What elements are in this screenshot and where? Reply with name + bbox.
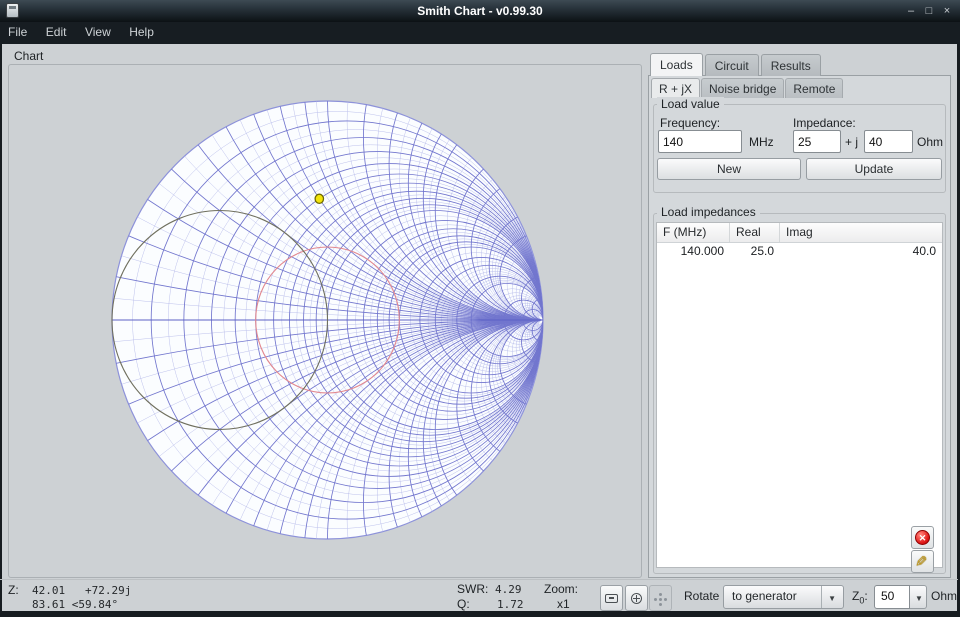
cell-imag: 40.0 — [780, 243, 942, 261]
delete-load-button[interactable]: ✕ — [911, 526, 934, 549]
column-header-imag[interactable]: Imag — [780, 223, 942, 242]
menu-help[interactable]: Help — [123, 22, 160, 42]
menu-edit[interactable]: Edit — [40, 22, 73, 42]
loads-sub-tabbar: R + jXNoise bridgeRemote — [651, 78, 844, 98]
new-button[interactable]: New — [657, 158, 801, 180]
zoom-fit-icon — [631, 593, 642, 604]
z0-combo-arrow-icon: ▼ — [915, 594, 923, 603]
cell-frequency: 140.000 — [657, 243, 730, 261]
delete-icon: ✕ — [915, 530, 930, 545]
grid-dots-icon — [654, 593, 667, 606]
z0-unit-label: Ohm — [931, 589, 957, 603]
impedance-label: Impedance: — [793, 116, 856, 130]
tab-remote[interactable]: Remote — [785, 78, 843, 98]
smith-chart-canvas[interactable] — [9, 65, 641, 577]
zoom-100-button[interactable] — [600, 585, 623, 611]
menubar: File Edit View Help — [0, 22, 960, 44]
window-border-bottom — [0, 611, 960, 617]
zoom-fit-button[interactable] — [625, 585, 648, 611]
edit-load-button[interactable]: ✎ — [911, 550, 934, 573]
update-button[interactable]: Update — [806, 158, 942, 180]
close-button[interactable]: × — [938, 0, 956, 22]
q-label: Q: — [457, 597, 470, 611]
z-label: Z: — [8, 583, 19, 597]
titlebar: Smith Chart - v0.99.30 – □ × — [0, 0, 960, 22]
z-rectangular-value: 42.01 +72.29j — [32, 584, 131, 597]
rotate-selected-value: to generator — [732, 589, 797, 603]
z0-label: Z0: — [852, 589, 868, 605]
load-marker[interactable] — [315, 194, 323, 203]
impedance-real-input[interactable] — [793, 130, 841, 153]
maximize-button[interactable]: □ — [920, 0, 938, 22]
load-impedances-legend: Load impedances — [657, 205, 760, 219]
table-row[interactable]: 140.000 25.0 40.0 — [657, 243, 942, 261]
rotate-combobox[interactable]: to generator ▼ — [723, 585, 844, 609]
swr-label: SWR: — [457, 582, 488, 596]
table-header: F (MHz) Real Imag — [657, 223, 942, 243]
cell-real: 25.0 — [730, 243, 780, 261]
frequency-label: Frequency: — [660, 116, 720, 130]
edit-pencil-icon: ✎ — [911, 555, 929, 568]
window-border-left — [0, 44, 2, 617]
zoom-value: x1 — [557, 597, 570, 611]
load-value-legend: Load value — [657, 97, 724, 111]
tab-loads[interactable]: Loads — [650, 53, 703, 76]
menu-view[interactable]: View — [79, 22, 117, 42]
tab-results[interactable]: Results — [761, 54, 821, 76]
impedance-imag-input[interactable] — [864, 130, 913, 153]
statusbar: Z: 42.01 +72.29j 83.61 <59.84° SWR: 4.29… — [0, 579, 958, 611]
zoom-100-icon — [605, 594, 618, 603]
plus-j-label: + j — [845, 135, 858, 149]
minimize-button[interactable]: – — [902, 0, 920, 22]
load-impedances-table: F (MHz) Real Imag 140.000 25.0 40.0 — [656, 222, 943, 568]
chart-frame-label: Chart — [14, 49, 43, 63]
q-value: 1.72 — [497, 598, 524, 611]
column-header-real[interactable]: Real — [730, 223, 780, 242]
impedance-unit-label: Ohm — [917, 135, 943, 149]
tab-r-jx[interactable]: R + jX — [651, 78, 700, 98]
tab-circuit[interactable]: Circuit — [705, 54, 759, 76]
z0-combo-arrow-button[interactable]: ▼ — [910, 585, 927, 609]
frequency-input[interactable] — [658, 130, 742, 153]
window-title: Smith Chart - v0.99.30 — [0, 4, 960, 18]
zoom-label: Zoom: — [544, 582, 578, 596]
rotate-label: Rotate — [684, 589, 719, 603]
z-polar-value: 83.61 <59.84° — [32, 598, 118, 611]
grid-toggle-button[interactable] — [649, 585, 672, 611]
rotate-combo-arrow-icon: ▼ — [828, 594, 836, 603]
tab-noise-bridge[interactable]: Noise bridge — [701, 78, 784, 98]
menu-file[interactable]: File — [2, 22, 33, 42]
app-window: Smith Chart - v0.99.30 – □ × File Edit V… — [0, 0, 960, 617]
z0-input[interactable]: 50 — [874, 585, 910, 609]
swr-value: 4.29 — [495, 583, 522, 596]
frequency-unit-label: MHz — [749, 135, 774, 149]
main-tabbar: LoadsCircuitResults — [650, 53, 823, 76]
column-header-f-mhz[interactable]: F (MHz) — [657, 223, 730, 242]
